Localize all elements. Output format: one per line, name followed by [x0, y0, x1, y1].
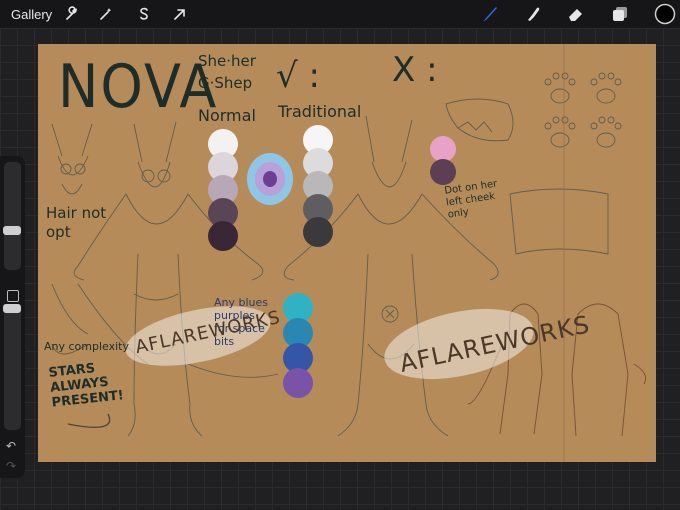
redo-icon[interactable]: ↷ [6, 459, 16, 473]
brush-size-slider[interactable] [4, 162, 21, 270]
traditional-palette-label: Traditional [278, 102, 362, 121]
normal-palette-label: Normal [198, 106, 256, 125]
smudge-icon[interactable] [524, 4, 544, 24]
pronouns-text: She·her [198, 52, 256, 70]
not-allowed-marker: X : [392, 50, 438, 90]
gallery-button[interactable]: Gallery [11, 7, 52, 22]
selection-s-icon[interactable] [134, 4, 154, 24]
cheek-dot-note: Dot on her left cheek only [443, 178, 498, 221]
cheek-dot-color-swatch-2 [430, 159, 456, 185]
brush-size-thumb[interactable] [3, 226, 21, 236]
modify-square-icon[interactable] [7, 290, 19, 302]
color-swatch-button[interactable] [654, 3, 676, 25]
wrench-icon[interactable] [62, 4, 82, 24]
transform-arrow-icon[interactable] [170, 4, 190, 24]
eraser-icon[interactable] [566, 4, 586, 24]
brush-icon[interactable] [480, 4, 500, 24]
undo-icon[interactable]: ↶ [6, 439, 16, 453]
space-color-swatch-4 [283, 368, 313, 398]
traditional-color-swatch-5 [303, 217, 333, 247]
breed-text: G·Shep [198, 74, 253, 92]
complexity-note: Any complexity [44, 340, 129, 353]
layers-icon[interactable] [610, 4, 630, 24]
cheek-dot-color-swatch-1 [430, 136, 456, 162]
opacity-slider[interactable] [4, 308, 21, 430]
normal-color-swatch-5 [208, 221, 238, 251]
stars-note: STARS ALWAYS PRESENT! [47, 361, 125, 411]
hair-note: Hair not opt [46, 204, 107, 241]
drawing-canvas[interactable]: NOVA She·her G·Shep √ : X : Normal Tradi… [38, 44, 656, 462]
opacity-thumb[interactable] [3, 304, 21, 314]
eye-pupil-swatch [263, 171, 277, 187]
magic-wand-icon[interactable] [96, 4, 116, 24]
allowed-marker: √ : [276, 56, 320, 96]
sidebar: ↶ ↷ [0, 156, 25, 478]
character-name: NOVA [58, 52, 219, 122]
